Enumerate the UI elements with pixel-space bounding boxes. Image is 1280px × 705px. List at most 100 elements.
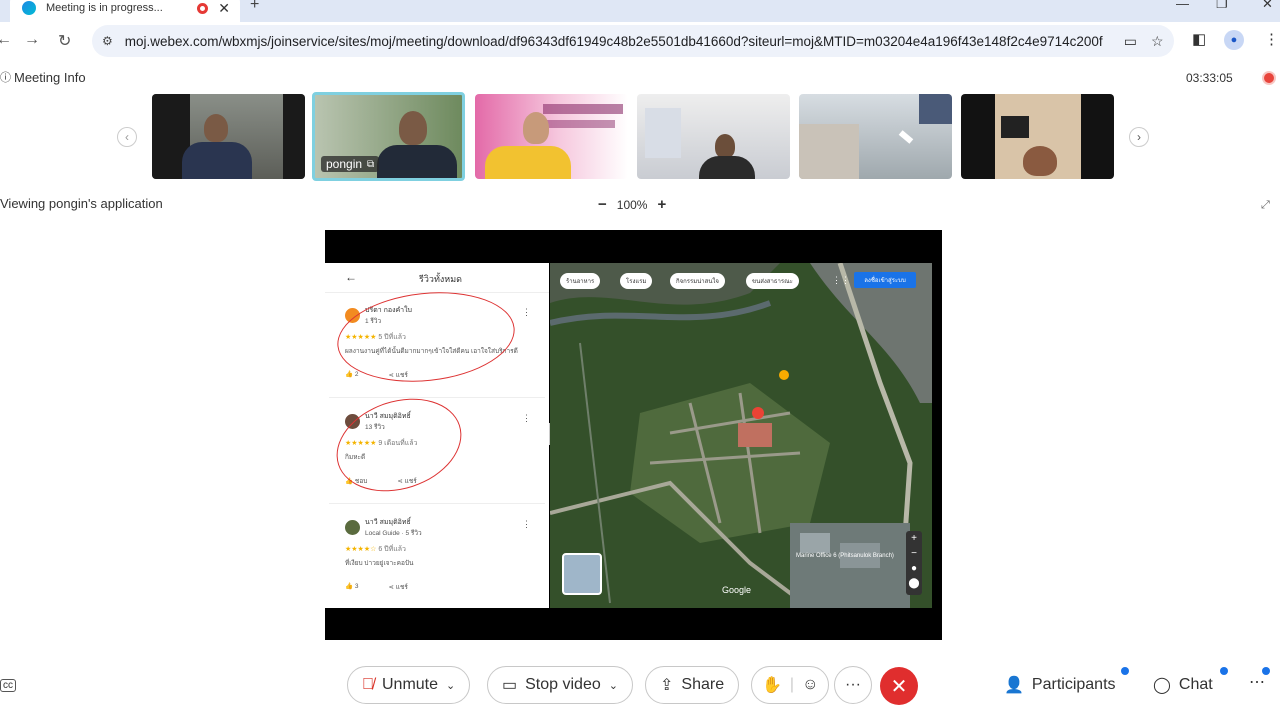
participant-video[interactable] [799, 94, 952, 179]
next-participants-button[interactable]: › [1129, 127, 1149, 147]
participant-video[interactable] [475, 94, 628, 179]
address-bar[interactable]: ⚙ moj.webex.com/wbxmjs/joinservice/sites… [92, 25, 1174, 57]
browser-toolbar: ← → ↻ ⚙ moj.webex.com/wbxmjs/joinservice… [0, 22, 1280, 60]
chat-button[interactable]: ◯ Chat [1153, 675, 1213, 695]
reviewer-avatar [345, 520, 360, 535]
minimize-window-icon[interactable]: — [1176, 0, 1189, 11]
close-tab-icon[interactable]: ✕ [218, 0, 230, 17]
close-window-icon[interactable]: ✕ [1262, 0, 1273, 12]
tab-title: Meeting is in progress... [46, 2, 163, 14]
raise-hand-icon[interactable]: ✋ [762, 675, 782, 695]
annotation-circle [324, 383, 474, 507]
participant-video[interactable] [961, 94, 1114, 179]
review-date: 6 ปีที่แล้ว [378, 546, 406, 553]
participants-button[interactable]: 👤 Participants [1004, 675, 1116, 695]
video-camera-icon: ▭ [502, 677, 518, 694]
like-button[interactable]: 👍 2 [345, 370, 359, 380]
chat-label: Chat [1178, 676, 1213, 693]
back-arrow-icon[interactable]: ← [0, 31, 12, 49]
map-zoom-controls[interactable]: + − ● ⬤ [906, 531, 922, 595]
side-panel-icon[interactable]: ◧ [1192, 30, 1206, 48]
reviewer-sub: Local Guide · 5 รีวิว [365, 530, 422, 537]
map-sign-in-button[interactable]: ลงชื่อเข้าสู่ระบบ [854, 272, 916, 288]
google-logo: Google [722, 585, 752, 595]
map-chip-hotels[interactable]: โรงแรม [620, 273, 653, 289]
chevron-down-icon[interactable]: ⌄ [609, 679, 618, 692]
restore-window-icon[interactable]: ❐ [1216, 0, 1228, 12]
like-button[interactable]: 👍 3 [345, 582, 359, 592]
map-layers-button[interactable] [562, 553, 602, 595]
bookmark-star-icon[interactable]: ☆ [1151, 33, 1164, 50]
map-chip-restaurants[interactable]: ร้านอาหาร [560, 273, 601, 289]
person-icon: ● [1224, 30, 1244, 50]
map-chip-things-to-do[interactable]: กิจกรรมน่าสนใจ [670, 273, 725, 289]
webex-logo-icon [22, 1, 36, 15]
participants-label: Participants [1031, 676, 1116, 693]
new-tab-button[interactable]: + [250, 0, 259, 14]
recording-indicator-icon [197, 2, 209, 14]
chevron-down-icon[interactable]: ⌄ [446, 679, 455, 692]
zoom-control: − 100% + [598, 196, 666, 213]
zoom-level: 100% [616, 197, 648, 212]
browser-tab-bar: Meeting is in progress... ✕ + — ❐ ✕ [0, 0, 1280, 22]
forward-arrow-icon[interactable]: → [24, 31, 40, 49]
meeting-info[interactable]: ⓘ Meeting Info [0, 69, 86, 85]
site-settings-icon[interactable]: ⚙ [102, 34, 113, 48]
participants-notification-dot [1121, 667, 1129, 675]
reload-icon[interactable]: ↻ [58, 31, 71, 51]
more-notification-dot [1262, 667, 1270, 675]
participant-video-active[interactable]: pongin ⧉ [312, 92, 465, 181]
review-more-icon[interactable]: ⋮ [522, 519, 531, 530]
map-chip-transit[interactable]: ขนส่งสาธารณะ [746, 273, 799, 289]
share-review-button[interactable]: ⋖ แชร์ [389, 582, 408, 592]
more-options-button[interactable]: ··· [834, 666, 872, 704]
zoom-in-button[interactable]: + [657, 196, 666, 213]
map-place-label: Marine Office 6 (Phitsanulok Branch) [796, 553, 894, 559]
reviews-panel: ← รีวิวทั้งหมด ปรีดา กองคำใบ 1 รีวิว ⋮ ★… [324, 263, 549, 608]
recording-icon [1262, 71, 1276, 85]
browser-tab[interactable]: Meeting is in progress... ✕ [10, 0, 240, 22]
reviewer-name: นาวี สมมุติอิทธิ์ [365, 519, 411, 526]
reaction-emoji-icon[interactable]: ☺ [802, 676, 818, 694]
review-stars: ★★★★☆ [345, 546, 377, 553]
reviews-header: ← รีวิวทั้งหมด [325, 263, 549, 293]
zoom-out-button[interactable]: − [598, 196, 607, 213]
review-more-icon[interactable]: ⋮ [522, 307, 531, 318]
review-more-icon[interactable]: ⋮ [522, 413, 531, 424]
meeting-info-label: Meeting Info [14, 69, 86, 85]
share-button[interactable]: ⇪ Share [645, 666, 740, 704]
unmute-button[interactable]: 🎙̸ Unmute ⌄ [347, 666, 471, 704]
stop-video-button[interactable]: ▭ Stop video ⌄ [487, 666, 633, 704]
participant-video[interactable] [152, 94, 305, 179]
cast-icon[interactable]: ▭ [1124, 33, 1137, 50]
review-text: ที่เงียบ บ่าวยยู่เจาะคอปัน [345, 560, 414, 567]
expand-view-icon[interactable]: ⤢ [1261, 199, 1270, 212]
share-screen-icon: ⇪ [660, 677, 674, 694]
chat-notification-dot [1220, 667, 1228, 675]
more-options-label: ··· [845, 676, 861, 693]
info-icon: ⓘ [0, 72, 11, 84]
stop-video-label: Stop video [525, 676, 601, 693]
satellite-map[interactable]: ร้านอาหาร โรงแรม กิจกรรมน่าสนใจ ขนส่งสาธ… [550, 263, 932, 608]
browser-menu-icon[interactable]: ⋮ [1264, 30, 1279, 48]
back-arrow-icon[interactable]: ← [345, 270, 357, 284]
leave-meeting-button[interactable]: ✕ [880, 667, 918, 705]
participant-name: pongin [326, 157, 363, 171]
profile-avatar[interactable]: ● [1224, 30, 1244, 50]
viewing-label: Viewing pongin's application [0, 196, 163, 211]
meeting-controls: 🎙̸ Unmute ⌄ ▭ Stop video ⌄ ⇪ Share ✋ | ☺… [0, 666, 1280, 705]
unmute-label: Unmute [382, 676, 439, 693]
previous-participants-button[interactable]: ‹ [117, 127, 137, 147]
address-url[interactable]: moj.webex.com/wbxmjs/joinservice/sites/m… [125, 34, 1110, 49]
screen-share-icon: ⧉ [367, 158, 375, 170]
reactions-group: ✋ | ☺ [751, 666, 830, 704]
chat-bubble-icon: ◯ [1153, 677, 1171, 694]
reviews-title: รีวิวทั้งหมด [419, 274, 462, 284]
apps-grid-icon[interactable]: ⋮⋮ [832, 275, 850, 286]
participant-video[interactable] [637, 94, 790, 179]
more-panels-icon[interactable]: ⋯ [1249, 672, 1265, 692]
participant-name-tag: pongin ⧉ [321, 156, 380, 172]
participants-icon: 👤 [1004, 677, 1024, 694]
share-label: Share [681, 676, 725, 693]
meeting-timer: 03:33:05 [1186, 71, 1233, 85]
